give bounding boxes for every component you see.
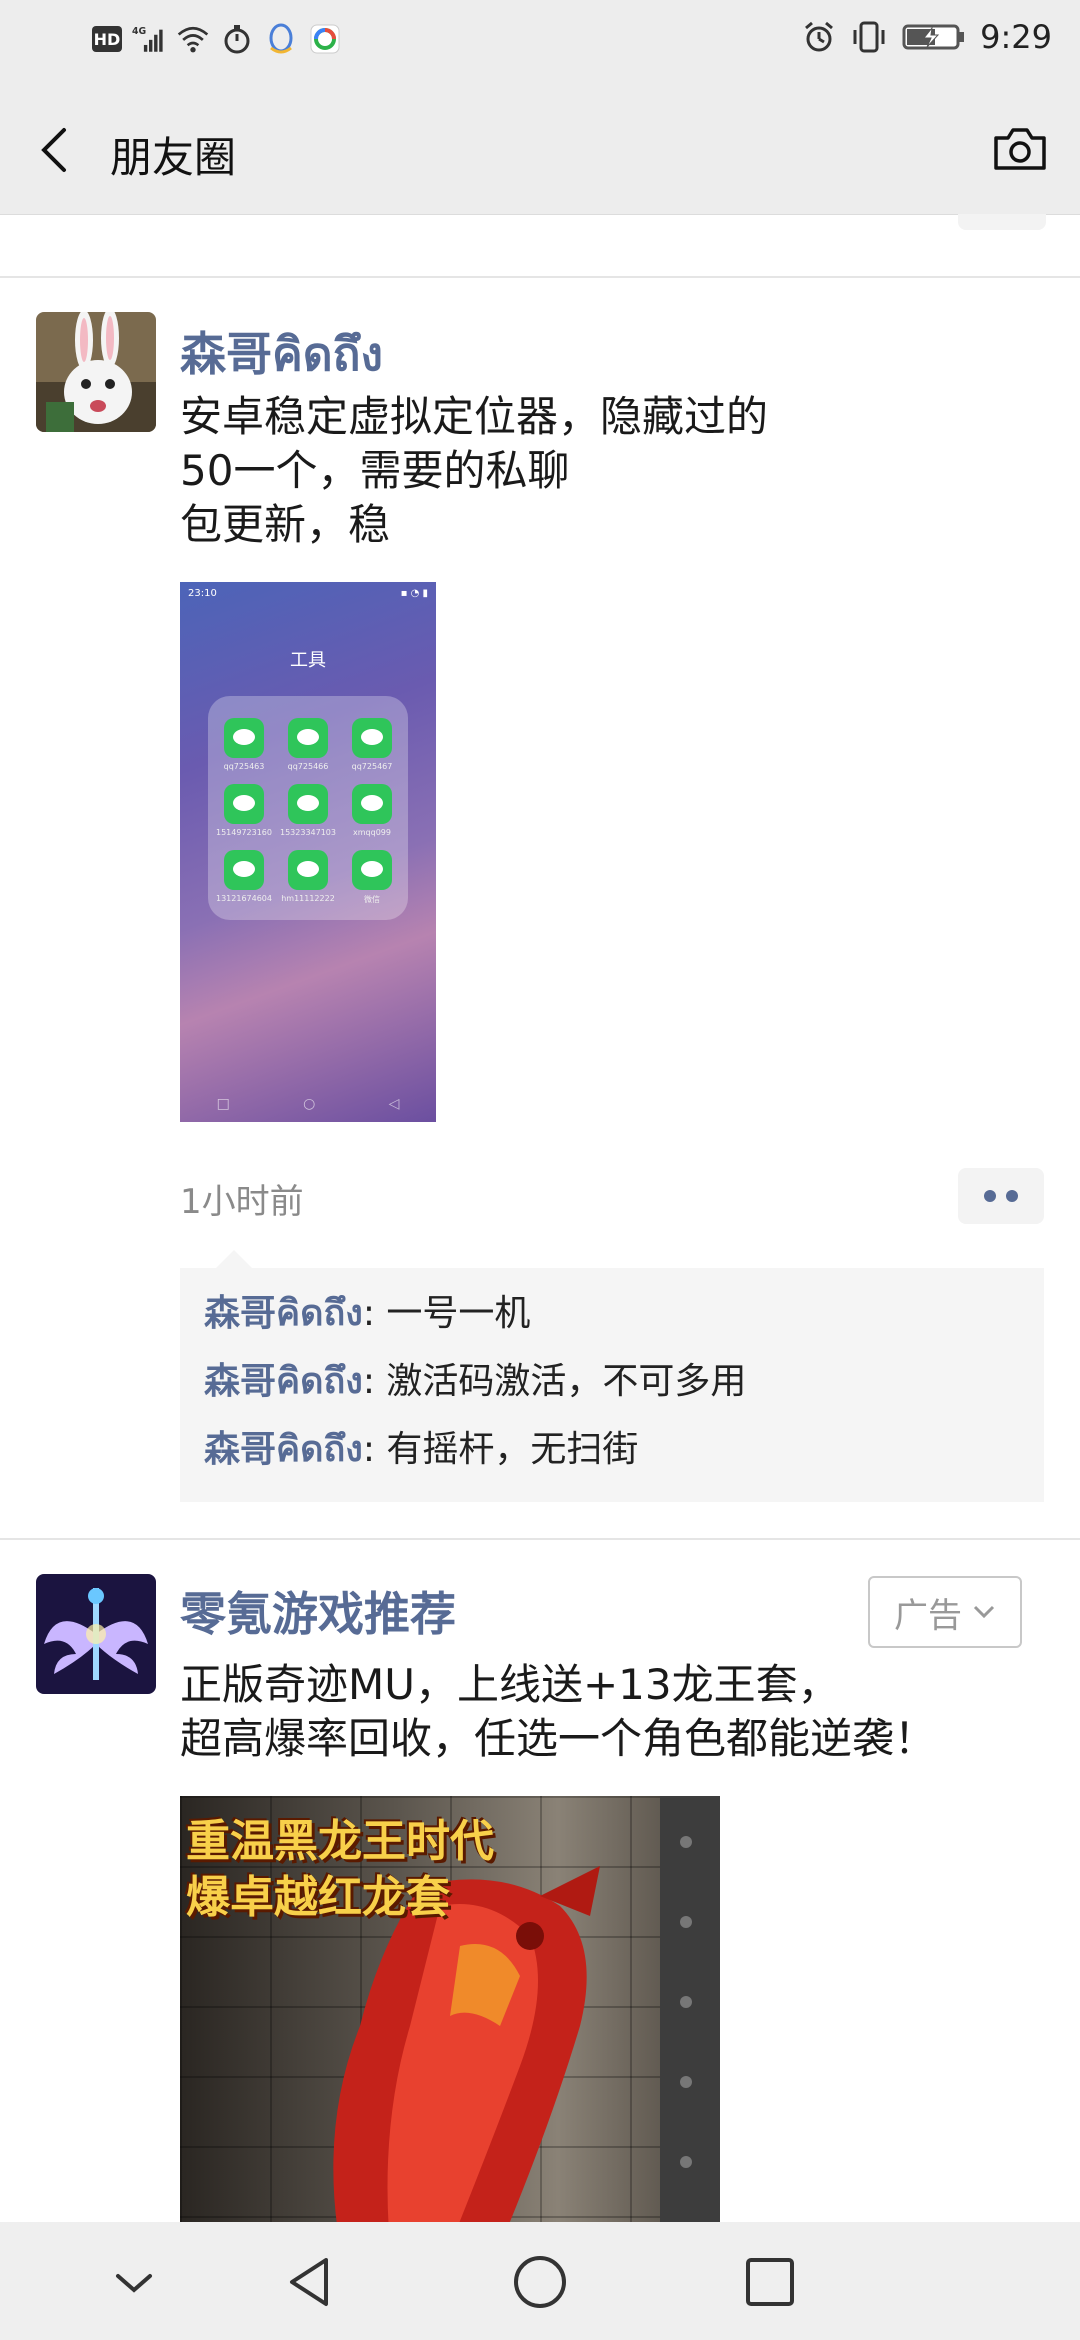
ad-image-caption: 重温黑龙王时代 爆卓越红龙套	[186, 1814, 494, 1926]
ad-text-line: 正版奇迹MU，上线送+13龙王套，	[180, 1660, 840, 1709]
app-label: 13121674604	[216, 894, 272, 903]
feed-divider	[0, 1538, 1080, 1540]
vibrate-icon	[853, 21, 885, 53]
alarm-icon	[805, 21, 834, 52]
qq-icon	[269, 23, 293, 54]
ad-caption-line: 重温黑龙王时代	[186, 1816, 494, 1867]
more-actions-button[interactable]	[958, 1168, 1044, 1224]
battery-charging-icon	[902, 24, 965, 50]
app-label: 15149723160	[216, 828, 272, 837]
chevron-left-icon[interactable]	[30, 124, 78, 176]
comment-item[interactable]: 森哥คิดถึง: 有摇杆，无扫街	[204, 1420, 638, 1477]
ad-image[interactable]: 重温黑龙王时代 爆卓越红龙套	[180, 1796, 720, 2228]
home-circle-icon[interactable]	[510, 2252, 570, 2312]
ad-text: 正版奇迹MU，上线送+13龙王套， 超高爆率回收，任选一个角色都能逆袭！	[180, 1658, 936, 1766]
app-label: 15323347103	[280, 828, 336, 837]
system-nav-bar	[0, 2222, 1080, 2340]
dot-icon	[1006, 1190, 1018, 1202]
wechat-app-icon	[288, 718, 328, 758]
post-text-line: 包更新，稳	[180, 500, 391, 549]
ad-label: 广告	[894, 1595, 962, 1636]
status-bar: HD 4G 9:29	[0, 0, 1080, 84]
post-text-line: 安卓稳定虚拟定位器，隐藏过的	[180, 392, 769, 441]
stopwatch-icon	[224, 25, 250, 54]
image-status-time: 23:10	[188, 588, 217, 599]
comments-box: 森哥คิดถึง: 一号一机 森哥คิดถึง: 激活码激活，不可多用 森哥คิ…	[180, 1250, 1044, 1502]
avatar[interactable]	[36, 312, 156, 432]
post-timestamp: 1小时前	[180, 1182, 304, 1222]
title-bar: 朋友圈	[0, 84, 1080, 215]
status-bar-right: 9:29	[802, 18, 1052, 56]
ad-avatar[interactable]	[36, 1574, 156, 1694]
wechat-app-icon	[288, 784, 328, 824]
wechat-app-icon	[224, 850, 264, 890]
previous-more-button-partial[interactable]	[958, 214, 1046, 230]
comment-item[interactable]: 森哥คิดถึง: 一号一机	[204, 1284, 530, 1341]
svg-text:4G: 4G	[132, 26, 146, 37]
app-label: qq725467	[351, 762, 393, 771]
status-bar-left: HD 4G	[92, 22, 342, 56]
ad-badge[interactable]: 广告	[868, 1576, 1022, 1648]
comment-author[interactable]: 森哥คิดถึง	[204, 1429, 363, 1470]
comment-author[interactable]: 森哥คิดถึง	[204, 1361, 363, 1402]
image-app-folder: qq725463 qq725466 qq725467 15149723160 1…	[208, 696, 408, 920]
recents-square-icon[interactable]	[740, 2252, 800, 2312]
wifi-icon	[177, 26, 209, 53]
app-label: hm11112222	[281, 894, 335, 903]
chevron-down-icon[interactable]	[104, 2252, 164, 2312]
app-label: qq725466	[287, 762, 329, 771]
status-time: 9:29	[980, 18, 1052, 56]
image-status-icons: ▪ ◔ ▮	[400, 588, 428, 599]
ad-image-door	[660, 1796, 720, 2228]
app-icon	[310, 24, 340, 54]
app-label: qq725463	[223, 762, 265, 771]
comment-author[interactable]: 森哥คิดถึง	[204, 1293, 363, 1334]
app-label: xmqq099	[353, 828, 391, 837]
page-title: 朋友圈	[110, 133, 237, 182]
chevron-down-icon	[973, 1605, 995, 1619]
wechat-app-icon	[288, 850, 328, 890]
post-username[interactable]: 森哥คิดถึง	[180, 318, 383, 391]
wechat-app-icon	[224, 784, 264, 824]
comment-item[interactable]: 森哥คิดถึง: 激活码激活，不可多用	[204, 1352, 746, 1409]
camera-icon[interactable]	[992, 124, 1048, 172]
wechat-app-icon	[352, 784, 392, 824]
comment-text: : 一号一机	[362, 1293, 531, 1334]
app-label: 微信	[364, 895, 380, 904]
ad-text-line: 超高爆率回收，任选一个角色都能逆袭！	[180, 1714, 937, 1763]
post-text-line: 50一个，需要的私聊	[180, 446, 570, 495]
wechat-app-icon	[352, 718, 392, 758]
image-nav-bar: □ ○ ◁	[216, 1096, 400, 1112]
wechat-app-icon	[352, 850, 392, 890]
post-text: 安卓稳定虚拟定位器，隐藏过的 50一个，需要的私聊 包更新，稳	[180, 390, 768, 552]
wechat-app-icon	[224, 718, 264, 758]
comment-text: : 有摇杆，无扫街	[362, 1429, 639, 1470]
ad-caption-line: 爆卓越红龙套	[186, 1872, 450, 1923]
back-triangle-icon[interactable]	[280, 2252, 340, 2312]
dot-icon	[984, 1190, 996, 1202]
post-image[interactable]: 23:10 ▪ ◔ ▮ 工具 qq725463 qq725466 qq72546…	[180, 582, 436, 1122]
image-folder-title: 工具	[290, 650, 326, 671]
ad-username[interactable]: 零氪游戏推荐	[180, 1578, 456, 1644]
signal-icon: 4G	[132, 26, 163, 52]
feed-divider	[0, 276, 1080, 278]
comment-text: : 激活码激活，不可多用	[362, 1361, 747, 1402]
hd-icon: HD	[92, 26, 122, 52]
